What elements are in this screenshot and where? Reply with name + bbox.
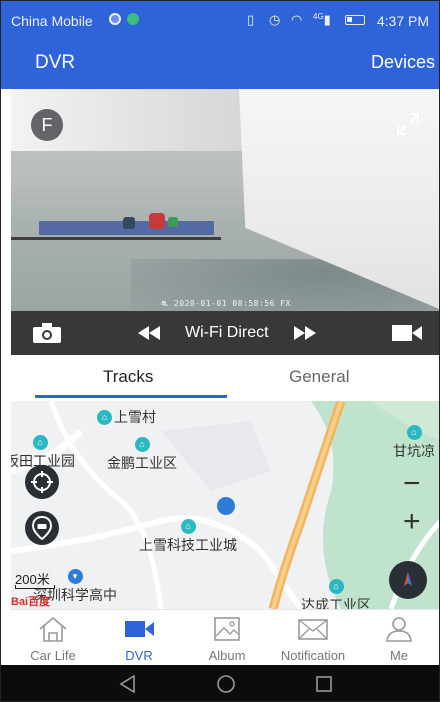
map-poi[interactable]: ⌂ 金鹏工业区 (107, 437, 177, 473)
car-pin-icon (31, 516, 53, 540)
system-navigation-bar (1, 665, 439, 701)
fast-forward-button[interactable] (291, 311, 319, 355)
content-tabs: Tracks General (11, 355, 439, 401)
nav-label: DVR (125, 648, 153, 663)
fullscreen-icon[interactable] (395, 111, 421, 137)
nav-item-dvr[interactable]: DVR (99, 610, 179, 666)
mail-icon (298, 619, 328, 640)
video-timestamp: ⛐ 2020-01-01 08:58:56 FX (11, 299, 439, 309)
crosshair-icon (31, 471, 53, 493)
recents-icon[interactable] (313, 673, 335, 695)
map-poi[interactable]: ⌂ 上雪科技工业城 (139, 519, 237, 555)
wifi-icon: ◠ (291, 12, 303, 27)
poi-pin-icon: ⌂ (134, 437, 150, 452)
app-screen: China Mobile ▯ ◷ ◠ 4G▮ 4:37 PM DVR Devic… (0, 0, 440, 702)
poi-label: 金鹏工业区 (107, 455, 177, 471)
home-circle-icon[interactable] (215, 673, 237, 695)
poi-label: 上雪村 (114, 409, 156, 425)
home-icon (39, 616, 67, 642)
map-provider-logo: Bai百度 (11, 596, 51, 608)
app-bar: DVR Devices (1, 37, 439, 89)
compass-button[interactable] (389, 561, 427, 599)
devices-button[interactable]: Devices (371, 52, 435, 73)
poi-pin-icon: ⌂ (97, 409, 112, 425)
snapshot-button[interactable] (29, 311, 65, 355)
person-icon (386, 617, 412, 642)
nav-item-notification[interactable]: Notification (273, 610, 353, 666)
network-type-label: 4G (313, 12, 324, 21)
poi-pin-icon: ⌂ (406, 425, 422, 440)
zoom-out-button[interactable]: − (403, 469, 421, 499)
poi-pin-icon: ⌂ (32, 435, 48, 450)
nav-label: Album (208, 648, 246, 663)
current-location-marker (217, 497, 235, 515)
record-video-button[interactable] (389, 311, 425, 355)
signal-icon: 4G▮ (313, 12, 331, 27)
nav-label: Car Life (30, 648, 76, 663)
page-title: DVR (35, 52, 76, 73)
video-control-bar: Wi-Fi Direct (11, 311, 439, 355)
map-poi[interactable]: ⌂ 达成工业区 (301, 579, 371, 609)
video-camera-icon (125, 621, 154, 637)
tab-tracks[interactable]: Tracks (103, 367, 153, 387)
nav-item-car-life[interactable]: Car Life (13, 610, 93, 666)
status-bar: China Mobile ▯ ◷ ◠ 4G▮ 4:37 PM (1, 1, 439, 37)
carrier-label: China Mobile (11, 13, 93, 29)
camera-indicator-badge: F (31, 109, 63, 141)
connection-mode-label: Wi-Fi Direct (185, 324, 269, 341)
poi-pin-icon: ▾ (67, 569, 83, 584)
map-poi[interactable]: ⌂ 甘坑凉 (393, 425, 435, 461)
car-location-button[interactable] (25, 511, 59, 545)
fast-forward-icon (294, 326, 316, 340)
video-scene-object (168, 217, 178, 227)
poi-label: 上雪科技工业城 (139, 537, 237, 553)
map-view[interactable]: ⌂ 上雪村 ⌂ 坂田工业园 ⌂ 金鹏工业区 ⌂ 甘坑凉 ⌂ 上雪科技工业城 ▾ 深圳科学高中… (11, 401, 439, 609)
zoom-in-button[interactable]: + (403, 507, 421, 537)
map-poi[interactable]: ⌂ 上雪村 (97, 407, 156, 427)
video-timestamp-text: 2020-01-01 08:58:56 FX (173, 299, 291, 308)
clock: 4:37 PM (376, 13, 429, 29)
video-camera-icon (392, 325, 422, 341)
compass-icon (404, 572, 412, 586)
camera-icon (33, 323, 61, 343)
rewind-button[interactable] (135, 311, 163, 355)
video-scene-table-edge (11, 237, 221, 240)
notification-app-icon (109, 13, 121, 25)
nav-item-album[interactable]: Album (187, 610, 267, 666)
battery-icon (345, 15, 365, 25)
nav-label: Me (389, 648, 409, 663)
map-scale-bar (15, 585, 55, 589)
nav-label: Notification (280, 648, 346, 663)
tab-general[interactable]: General (289, 367, 349, 387)
image-icon (214, 617, 240, 641)
back-icon[interactable] (117, 673, 139, 695)
video-scene-person (149, 213, 165, 229)
bottom-navigation: Car Life DVR Album Notification Me (11, 609, 439, 666)
poi-label: 达成工业区 (301, 597, 371, 609)
video-scene-person (123, 217, 135, 229)
poi-pin-icon: ⌂ (180, 519, 196, 534)
shield-icon (127, 13, 139, 25)
poi-pin-icon: ⌂ (328, 579, 344, 594)
active-tab-indicator (35, 395, 227, 398)
recording-icon: ⛐ (161, 299, 174, 308)
locate-button[interactable] (25, 465, 59, 499)
live-video-view[interactable]: F ⛐ 2020-01-01 08:58:56 FX (11, 89, 439, 311)
rewind-icon (138, 326, 160, 340)
alarm-icon: ◷ (269, 12, 281, 27)
vibrate-icon: ▯ (247, 12, 255, 27)
poi-label: 甘坑凉 (393, 443, 435, 459)
nav-item-me[interactable]: Me (359, 610, 439, 666)
